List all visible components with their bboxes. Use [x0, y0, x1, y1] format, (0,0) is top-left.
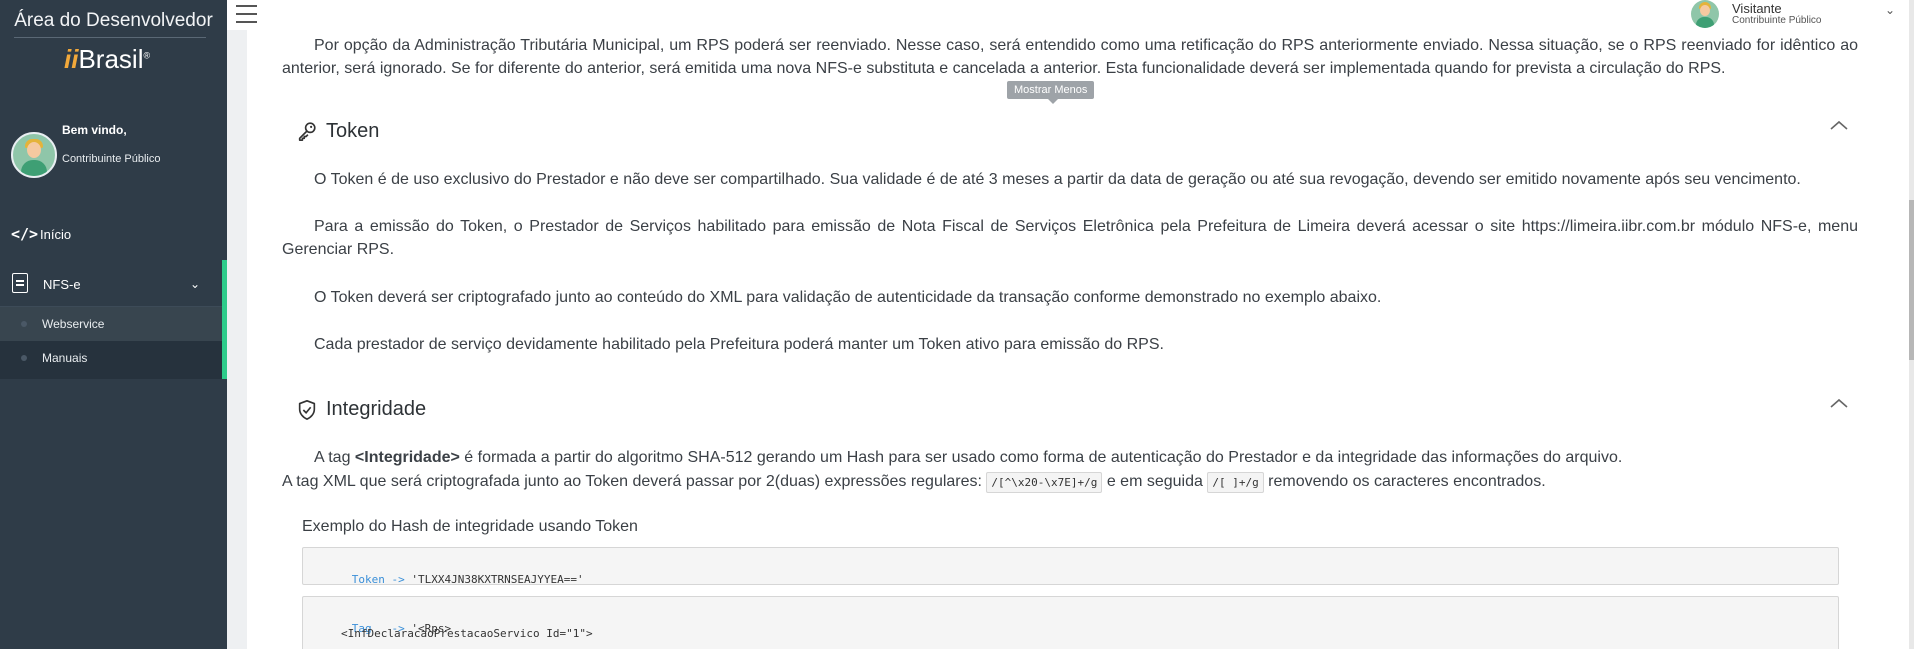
- logo-prefix: ii: [64, 44, 79, 74]
- code-value: 'TLXX4JN38KXTRNSEAJYYEA==': [411, 573, 584, 586]
- code-arrow: ->: [391, 573, 405, 586]
- show-less-tooltip: Mostrar Menos: [1007, 81, 1095, 104]
- sidebar-subitem-webservice[interactable]: Webservice: [0, 307, 222, 341]
- integridade-tag: <Integridade>: [354, 449, 460, 466]
- logo-text: Brasil: [78, 44, 144, 74]
- key-icon: [298, 122, 316, 141]
- scrollbar-thumb[interactable]: [1909, 200, 1914, 360]
- sidebar-subitem-label: Manuais: [42, 351, 88, 365]
- main-content: Por opção da Administração Tributária Mu…: [247, 30, 1909, 649]
- text: removendo os caracteres encontrados.: [1263, 473, 1546, 490]
- regex-code-1: /[^\x20-\x7E]+/g: [986, 472, 1103, 493]
- logo-registered-mark: ®: [143, 50, 151, 61]
- sidebar: Área do Desenvolvedor iiBrasil® Bem vind…: [0, 0, 227, 649]
- text: e em seguida: [1102, 473, 1208, 490]
- integridade-paragraph-1: A tag <Integridade> é formada a partir d…: [282, 446, 1858, 469]
- regex-code-2: /[ ]+/g: [1207, 472, 1264, 493]
- text: A tag: [314, 449, 355, 466]
- bullet-icon: [21, 321, 27, 327]
- chevron-up-icon[interactable]: [1830, 120, 1848, 130]
- welcome-user-role: Contribuinte Público: [62, 153, 161, 165]
- token-paragraph-4: Cada prestador de serviço devidamente ha…: [314, 336, 1164, 353]
- chevron-down-icon[interactable]: ⌄: [1885, 3, 1895, 17]
- header-user-role: Contribuinte Público: [1732, 15, 1822, 26]
- code-block-token: Token -> 'TLXX4JN38KXTRNSEAJYYEA==': [302, 547, 1839, 586]
- token-paragraph-2: Para a emissão do Token, o Prestador de …: [282, 218, 1858, 258]
- bullet-icon: [21, 355, 27, 361]
- token-paragraph-1: O Token é de uso exclusivo do Prestador …: [314, 171, 1801, 188]
- page-scrollbar[interactable]: [1909, 0, 1914, 649]
- token-paragraph-3: O Token deverá ser criptografado junto a…: [314, 289, 1382, 306]
- header-user-name[interactable]: Visitante: [1732, 1, 1782, 16]
- text: é formada a partir do algoritmo SHA-512 …: [459, 449, 1623, 466]
- hamburger-menu-icon[interactable]: [236, 3, 257, 23]
- sidebar-item-label: NFS-e: [43, 276, 81, 292]
- header-avatar[interactable]: [1691, 0, 1719, 28]
- document-icon: [12, 273, 28, 293]
- code-icon: </>: [11, 225, 39, 243]
- chevron-down-icon: ⌄: [190, 277, 201, 291]
- title-divider: [14, 37, 206, 38]
- sidebar-subitem-manuais[interactable]: Manuais: [0, 341, 222, 375]
- chevron-up-icon[interactable]: [1830, 398, 1848, 408]
- iibrasil-logo[interactable]: iiBrasil®: [64, 44, 150, 75]
- integridade-paragraph-2: A tag XML que será criptografada junto a…: [282, 470, 1858, 494]
- text: A tag XML que será criptografada junto a…: [282, 473, 987, 490]
- sidebar-subitem-label: Webservice: [42, 317, 105, 331]
- intro-paragraph: Por opção da Administração Tributária Mu…: [282, 37, 1858, 77]
- welcome-text: Bem vindo,: [62, 123, 127, 137]
- code-keyword: Token: [351, 573, 385, 586]
- section-title-token[interactable]: Token: [326, 120, 379, 143]
- sidebar-item-label: Início: [40, 226, 72, 242]
- user-avatar: [11, 132, 57, 178]
- code-block-tag: Tag -> '<Rps> <InfDeclaracaoPrestacaoSer…: [302, 596, 1839, 649]
- active-section-indicator: [222, 260, 227, 379]
- example-heading: Exemplo do Hash de integridade usando To…: [302, 518, 638, 535]
- developer-area-title: Área do Desenvolvedor: [14, 10, 213, 31]
- section-title-integridade[interactable]: Integridade: [326, 398, 426, 421]
- top-header: Visitante Contribuinte Público ⌄: [227, 0, 1914, 30]
- sidebar-item-inicio[interactable]: </> Início: [0, 214, 227, 254]
- code-line: <InfDeclaracaoPrestacaoServico Id="1">: [341, 627, 593, 640]
- shield-check-icon: [298, 400, 316, 420]
- sidebar-item-nfse[interactable]: NFS-e ⌄: [0, 262, 227, 306]
